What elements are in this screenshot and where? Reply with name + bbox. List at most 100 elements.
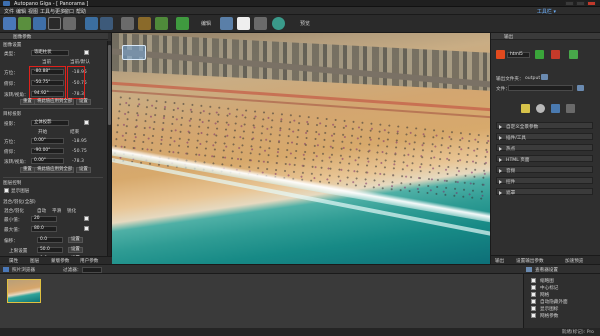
minimize-button[interactable]	[565, 1, 574, 6]
color-icon[interactable]	[138, 17, 151, 30]
menu-view[interactable]: 视图	[28, 8, 38, 15]
preview-icon[interactable]	[566, 104, 575, 113]
map-icon[interactable]	[176, 17, 189, 30]
max-checkbox[interactable]	[84, 226, 89, 231]
target-pitch-field[interactable]: -90.00°	[31, 148, 64, 154]
binoculars-icon[interactable]	[220, 17, 233, 30]
viewer-icon	[526, 267, 532, 272]
section-label: 音频	[506, 169, 516, 174]
apply-all-button[interactable]: 将此值应用到全部	[34, 99, 74, 105]
section-plugins[interactable]: 插件/工具	[496, 133, 593, 141]
group-title: 目标投影	[3, 112, 22, 117]
projection-checkbox[interactable]	[84, 120, 89, 125]
add-icon[interactable]	[535, 50, 544, 59]
menu-help[interactable]: 帮助	[76, 8, 86, 15]
section-custom[interactable]: 自定义全景参数	[496, 122, 593, 130]
blend-option-sharp[interactable]: 锐化	[67, 208, 76, 214]
option-checkbox[interactable]	[531, 285, 536, 290]
image-parameters-panel: 图像参数 图像设置 类型： 等距柱状 当前 当前/默认 方位： -80.88° …	[0, 33, 112, 264]
filter-label: 过滤器：	[63, 268, 82, 273]
option-checkbox[interactable]	[531, 292, 536, 297]
control-points-icon[interactable]	[85, 17, 98, 30]
section-hotspots[interactable]: 热点	[496, 144, 593, 152]
folder-icon[interactable]	[541, 74, 548, 80]
projection-select[interactable]: 立体投影	[31, 120, 69, 126]
limit-field[interactable]: 50.0	[37, 247, 63, 253]
filter-select[interactable]	[82, 266, 102, 273]
max-field[interactable]: 80.0	[31, 226, 57, 232]
min-field[interactable]: 20	[31, 216, 57, 222]
close-button[interactable]	[587, 1, 596, 6]
set-button[interactable]: 设置	[68, 247, 83, 253]
option-checkbox[interactable]	[531, 306, 536, 311]
option-label: 网格	[540, 293, 550, 298]
section-mask[interactable]: 遮罩	[496, 188, 593, 196]
export-icon[interactable]	[63, 17, 76, 30]
monitor-icon[interactable]	[551, 104, 560, 113]
panorama-viewport[interactable]	[112, 33, 490, 264]
crop-icon[interactable]	[48, 17, 61, 30]
app-icon	[3, 1, 10, 6]
layers-icon[interactable]	[33, 17, 46, 30]
menu-tools[interactable]: 工具与更多	[40, 8, 65, 15]
blend-option-smooth[interactable]: 平滑	[52, 208, 61, 214]
render-icon[interactable]	[254, 17, 267, 30]
file-field[interactable]	[508, 85, 573, 91]
pano-edit-icon[interactable]	[155, 17, 168, 30]
section-label: 遮罩	[506, 191, 516, 196]
reset-button[interactable]: 重置	[20, 167, 35, 173]
folder-icon[interactable]	[577, 85, 584, 91]
section-html-page[interactable]: HTML 页面	[496, 155, 593, 163]
panorama-thumbnail[interactable]	[7, 279, 41, 303]
menu-file[interactable]: 文件	[4, 8, 14, 15]
set-button[interactable]: 设置	[68, 237, 83, 243]
image-icon[interactable]	[18, 17, 31, 30]
shift-label: 偏移：	[4, 239, 18, 244]
panel-title: 输出	[504, 35, 514, 40]
menu-window[interactable]: 窗口	[64, 8, 74, 15]
toolbox-menu[interactable]: 工具栏 ▾	[537, 8, 556, 15]
option-checkbox[interactable]	[531, 278, 536, 283]
option-checkbox[interactable]	[531, 313, 536, 318]
preview-overlay-button[interactable]	[122, 45, 146, 60]
section-audio[interactable]: 音频	[496, 166, 593, 174]
min-checkbox[interactable]	[84, 216, 89, 221]
set-button[interactable]: 设置	[76, 167, 91, 173]
section-controls[interactable]: 控件	[496, 177, 593, 185]
star-icon[interactable]	[521, 104, 530, 113]
play-icon[interactable]	[272, 17, 285, 30]
brush-icon[interactable]	[121, 17, 134, 30]
col-start-header: 开始	[38, 130, 48, 135]
panorama-icon[interactable]	[3, 17, 16, 30]
gear-icon[interactable]	[536, 104, 545, 113]
reset-button[interactable]: 重置	[20, 99, 35, 105]
apply-all-button[interactable]: 将此值应用到全部	[34, 167, 74, 173]
blend-option-auto[interactable]: 自动	[37, 208, 46, 214]
maximize-button[interactable]	[576, 1, 585, 6]
highlight-box-defaults	[67, 66, 85, 99]
remove-icon[interactable]	[551, 50, 560, 59]
grid-icon[interactable]	[100, 17, 113, 30]
target-pitch-default: -50.75	[72, 149, 87, 154]
layer-checkbox[interactable]	[4, 188, 9, 193]
section-label: HTML 页面	[506, 158, 530, 163]
scroll-thumb[interactable]	[108, 45, 111, 125]
target-roll-field[interactable]: 0.00°	[31, 158, 64, 164]
set-button[interactable]: 设置	[76, 99, 91, 105]
divider	[3, 108, 103, 109]
expand-icon	[499, 179, 502, 184]
section-label: 插件/工具	[506, 136, 526, 141]
export-icon[interactable]	[569, 50, 578, 59]
type-select[interactable]: 等距柱状	[31, 50, 69, 56]
option-checkbox[interactable]	[531, 299, 536, 304]
shift-field[interactable]: 0.0	[37, 237, 63, 243]
format-select[interactable]: html5	[507, 52, 530, 58]
output-panel: 输出 html5 输出文件夹： output 文件： 自定义全景参数 插件/工具…	[490, 33, 600, 264]
menu-bar: 文件 编辑 视图 工具与更多 窗口 帮助 工具栏 ▾	[0, 7, 600, 15]
target-yaw-field[interactable]: 0.00°	[31, 138, 64, 144]
limit-label: 上限设置	[9, 249, 28, 254]
type-checkbox[interactable]	[84, 50, 89, 55]
menu-edit[interactable]: 编辑	[16, 8, 26, 15]
document-icon[interactable]	[237, 17, 250, 30]
left-scrollbar[interactable]	[107, 41, 111, 256]
